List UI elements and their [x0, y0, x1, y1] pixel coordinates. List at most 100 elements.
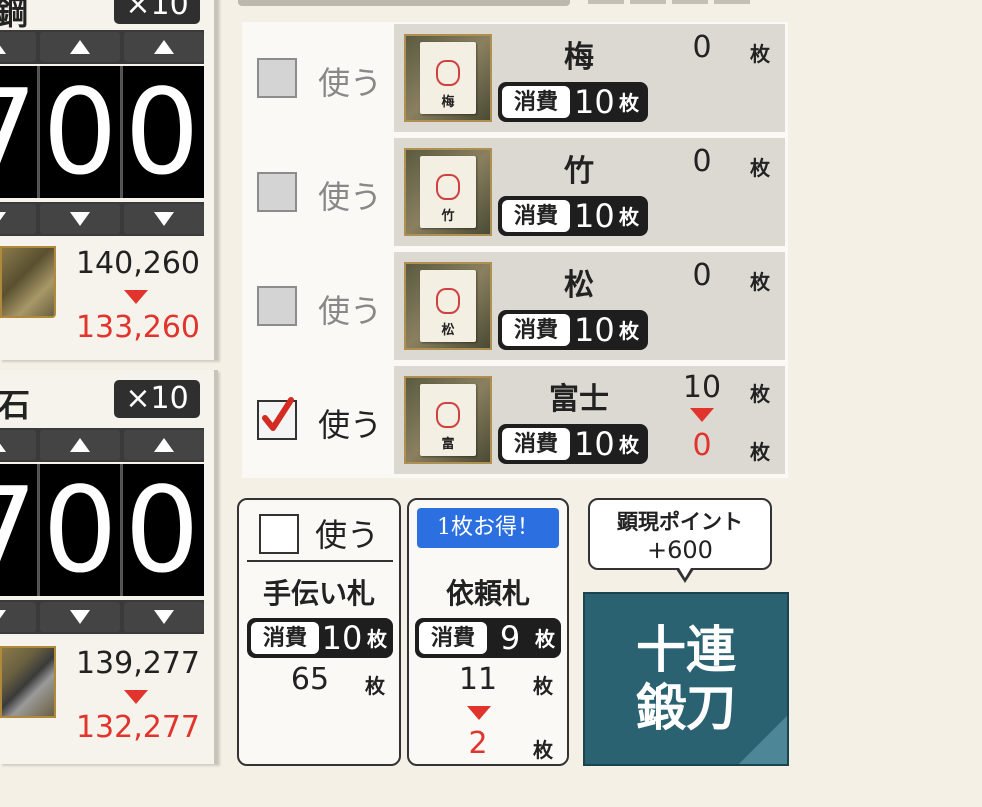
owned-count: 11	[458, 662, 498, 697]
fuji-charm-icon: 富	[404, 376, 492, 464]
cost-unit: 枚	[619, 205, 639, 229]
owned-count: 0	[692, 30, 712, 65]
forge-label-line1: 十連	[636, 620, 736, 679]
digit-hundreds: 7	[0, 464, 40, 596]
owned-unit: 枚	[750, 382, 770, 406]
ten-forge-button[interactable]: 十連 鍛刀	[583, 592, 789, 766]
use-checkbox-take[interactable]	[257, 172, 297, 212]
material-name: 石	[0, 386, 31, 424]
top-button-2[interactable]	[630, 0, 666, 4]
steel-material-icon	[0, 246, 56, 318]
after-unit: 枚	[533, 738, 553, 762]
owned-unit: 枚	[365, 674, 385, 698]
increment-button[interactable]	[0, 430, 36, 460]
down-arrow-icon	[154, 212, 174, 226]
decrement-row	[0, 600, 204, 634]
helper-card-box: 使う 手伝い札 消費 10 枚 65 枚	[237, 498, 401, 766]
owned-count: 0	[692, 258, 712, 293]
cost-label: 消費	[502, 200, 570, 232]
digit-ones: 0	[124, 63, 200, 201]
increment-button[interactable]	[40, 32, 120, 62]
cost-value: 10	[574, 83, 615, 121]
charm-name: 梅	[564, 40, 594, 75]
decrement-row	[0, 202, 204, 236]
decrement-button[interactable]	[40, 602, 120, 632]
charm-name: 富士	[549, 382, 609, 417]
charm-paper-label: 富	[441, 437, 455, 452]
top-button-4[interactable]	[714, 0, 750, 4]
use-checkbox-ume[interactable]	[257, 58, 297, 98]
increment-button[interactable]	[124, 32, 204, 62]
multiplier-button[interactable]: ×10	[114, 0, 200, 24]
charm-paper-label: 松	[441, 323, 455, 338]
down-arrow-icon	[154, 610, 174, 624]
points-value: +600	[647, 536, 713, 564]
material-panel-steel: 鋼 ×10 7 0 0 140,260 133,260	[0, 0, 218, 360]
cost-label: 消費	[502, 314, 570, 346]
cost-pill: 消費 10 枚	[247, 618, 393, 658]
decrement-button[interactable]	[0, 602, 36, 632]
digit-hundreds: 7	[0, 66, 40, 198]
up-arrow-icon	[70, 40, 90, 54]
digit-tens: 0	[42, 63, 118, 201]
decrement-button[interactable]	[40, 204, 120, 234]
cost-label: 消費	[502, 428, 570, 460]
use-checkbox-fuji[interactable]	[257, 397, 297, 440]
top-button-3[interactable]	[672, 0, 708, 4]
up-arrow-icon	[0, 438, 6, 452]
charm-paper: 梅	[420, 42, 476, 114]
charm-face-icon	[436, 174, 460, 200]
points-label: 顕現ポイント	[617, 509, 743, 534]
cost-value: 9	[499, 619, 521, 657]
after-amount: 132,277	[75, 710, 200, 745]
forge-label-line2: 鍛刀	[636, 678, 736, 737]
decrease-arrow-icon	[124, 290, 148, 304]
after-count: 2	[468, 726, 488, 761]
material-name: 鋼	[0, 0, 29, 32]
decrement-button[interactable]	[124, 204, 204, 234]
charm-paper: 竹	[420, 156, 476, 228]
top-button-1[interactable]	[588, 0, 624, 4]
after-unit: 枚	[750, 440, 770, 464]
increment-button[interactable]	[40, 430, 120, 460]
request-title: 依頼札	[445, 577, 530, 610]
decrement-button[interactable]	[0, 204, 36, 234]
cost-pill: 消費 9 枚	[415, 618, 561, 658]
charm-list: 使う 梅 梅 消費 10 枚 0 枚 使う 竹 竹 消費 10 枚 0 枚 使う…	[242, 22, 788, 478]
cost-label: 消費	[419, 622, 487, 654]
charm-row-ume: 梅 梅 消費 10 枚 0 枚	[394, 24, 785, 132]
increment-button[interactable]	[124, 430, 204, 460]
cost-value: 10	[574, 311, 615, 349]
charm-face-icon	[436, 402, 460, 428]
take-charm-icon: 竹	[404, 148, 492, 236]
charm-row-take: 竹 竹 消費 10 枚 0 枚	[394, 138, 785, 246]
decrease-arrow-icon	[124, 690, 148, 704]
charm-paper: 富	[420, 384, 476, 456]
increment-row	[0, 428, 204, 462]
increment-row	[0, 30, 204, 64]
up-arrow-icon	[154, 438, 174, 452]
charm-paper: 松	[420, 270, 476, 342]
bonus-badge: 1枚お得！	[417, 508, 559, 548]
up-arrow-icon	[154, 40, 174, 54]
down-arrow-icon	[70, 212, 90, 226]
owned-count: 65	[290, 662, 330, 697]
amount-display: 7 0 0	[0, 464, 204, 596]
decrement-button[interactable]	[124, 602, 204, 632]
up-arrow-icon	[0, 40, 6, 54]
owned-unit: 枚	[750, 42, 770, 66]
use-label: 使う	[315, 516, 380, 554]
owned-count: 0	[692, 144, 712, 179]
charm-name: 竹	[564, 154, 594, 189]
helper-use-checkbox[interactable]	[259, 514, 299, 554]
use-label: 使う	[318, 406, 383, 444]
points-bubble: 顕現ポイント +600	[588, 498, 772, 570]
use-label: 使う	[318, 64, 383, 102]
cost-pill: 消費 10 枚	[498, 196, 648, 236]
use-checkbox-matsu[interactable]	[257, 286, 297, 326]
increment-button[interactable]	[0, 32, 36, 62]
current-amount: 140,260	[75, 246, 200, 281]
multiplier-button[interactable]: ×10	[114, 380, 200, 418]
ume-charm-icon: 梅	[404, 34, 492, 122]
use-label: 使う	[318, 292, 383, 330]
